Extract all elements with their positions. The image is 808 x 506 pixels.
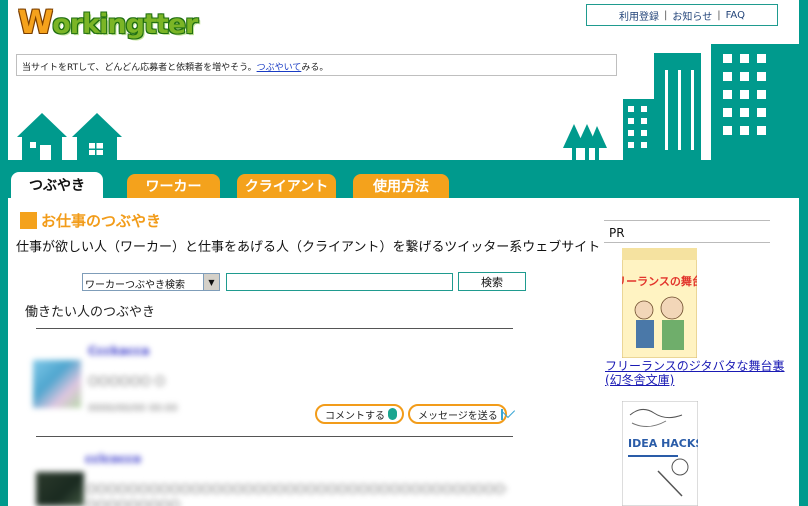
frame-border-left xyxy=(0,198,8,506)
post-text: ○○○○○○ ○ xyxy=(88,373,166,387)
retweet-prompt-suffix: みる。 xyxy=(301,63,329,73)
post-username[interactable]: Ccckacca xyxy=(88,344,149,358)
send-message-button[interactable]: メッセージを送る xyxy=(408,404,507,424)
section-title-text: お仕事のつぶやき xyxy=(41,212,162,230)
divider xyxy=(604,242,770,243)
feed-heading: 働きたい人のつぶやき xyxy=(25,305,156,320)
retweet-prompt-text: 当サイトをRTして、どんどん応募者と依頼者を増やそう。 xyxy=(22,63,257,73)
frame-border-right xyxy=(799,0,808,163)
envelope-icon xyxy=(500,408,503,420)
tab-tweets[interactable]: つぶやき xyxy=(11,172,103,198)
tweet-link[interactable]: つぶやいて xyxy=(257,63,302,73)
book-cover-freelance[interactable]: フリーランスの舞台裏 xyxy=(622,248,697,358)
separator: | xyxy=(717,9,721,21)
search-type-value: ワーカーつぶやき検索 xyxy=(85,280,185,291)
register-link[interactable]: 利用登録 xyxy=(619,8,659,23)
top-links: 利用登録 | お知らせ | FAQ xyxy=(586,4,778,26)
post-date: 0000/00/00 00:00 xyxy=(88,403,178,414)
news-link[interactable]: お知らせ xyxy=(672,8,712,23)
divider xyxy=(36,328,513,329)
faq-link[interactable]: FAQ xyxy=(726,10,745,21)
message-label: メッセージを送る xyxy=(418,410,498,422)
separator: | xyxy=(664,9,668,21)
tab-workers[interactable]: ワーカー xyxy=(127,174,220,198)
comment-label: コメントする xyxy=(325,410,385,422)
tree-icon xyxy=(563,124,607,163)
frame-border-left xyxy=(0,0,8,163)
main-nav: つぶやき ワーカー クライアント 使用方法 xyxy=(0,163,808,198)
book-cover-text: フリーランスの舞台裏 xyxy=(622,274,697,288)
chevron-down-icon[interactable]: ▼ xyxy=(203,274,219,290)
frame-border-right xyxy=(799,198,808,506)
site-description: 仕事が欲しい人（ワーカー）と仕事をあげる人（クライアント）を繋げるツイッター系ウ… xyxy=(16,240,601,255)
book-link-freelance[interactable]: フリーランスのジタバタな舞台裏(幻冬舎文庫) xyxy=(605,359,785,387)
avatar[interactable] xyxy=(33,360,81,408)
section-title: お仕事のつぶやき xyxy=(20,210,161,231)
house-icon xyxy=(17,113,67,163)
square-bullet-icon xyxy=(20,212,37,229)
building-icon xyxy=(623,99,656,163)
tab-clients[interactable]: クライアント xyxy=(237,174,336,198)
site-logo[interactable]: Workingtter xyxy=(18,3,198,43)
site-header: Workingtter 利用登録 | お知らせ | FAQ 当サイトをRTして、… xyxy=(0,0,808,164)
search-type-select[interactable]: ワーカーつぶやき検索 ▼ xyxy=(82,273,220,291)
book-cover-title: IDEA HACKS! xyxy=(628,437,698,450)
speech-bubble-icon xyxy=(388,408,397,420)
divider xyxy=(36,436,513,437)
search-button[interactable]: 検索 xyxy=(458,272,526,291)
retweet-prompt-bar: 当サイトをRTして、どんどん応募者と依頼者を増やそう。つぶやいてみる。 xyxy=(16,54,617,76)
pr-label: PR xyxy=(609,226,625,240)
post-text: ○○○○○○○○○○○○○○○○○○○○○○○○○○○○○○○○○○○○○○○○… xyxy=(86,481,506,495)
post-username[interactable]: cclcocco xyxy=(85,452,141,466)
house-icon xyxy=(72,113,122,163)
search-input[interactable] xyxy=(226,273,453,291)
avatar[interactable] xyxy=(36,472,84,506)
tab-how-to-use[interactable]: 使用方法 xyxy=(353,174,449,198)
comment-button[interactable]: コメントする xyxy=(315,404,404,424)
post-text: ○○○○○○○○○ xyxy=(86,497,181,506)
building-icon xyxy=(711,44,799,163)
building-icon xyxy=(654,53,701,163)
book-cover-idea-hacks[interactable]: IDEA HACKS! xyxy=(622,401,698,506)
divider xyxy=(604,220,770,221)
